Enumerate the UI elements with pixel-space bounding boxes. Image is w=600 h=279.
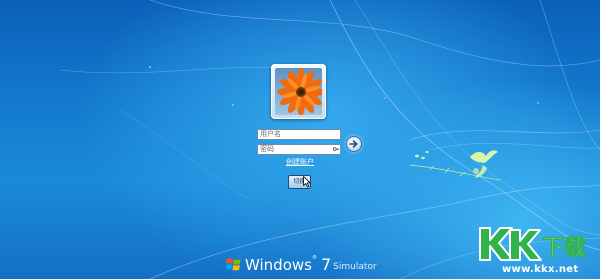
brand-edition: Simulator [333,262,377,272]
submit-login-button[interactable] [346,136,362,152]
create-account-link[interactable]: 创建账户 [270,157,330,167]
kk-logo-text: 下载 [542,235,586,261]
user-avatar [271,64,326,119]
bird-icon [470,150,498,178]
kk-logo-shape [479,227,542,261]
trademark-symbol: ® [311,255,317,261]
brand-word: Windows [245,256,312,274]
arrow-right-icon [349,140,358,148]
watermark-url: www.kkx.net [502,264,579,275]
kk-logo: 下载 [479,227,586,261]
windows-logo [226,258,241,271]
cursor-icon [303,176,311,188]
username-input[interactable]: 用户名 [257,129,341,140]
brand-version: 7 [320,255,332,274]
windows-branding: Windows ® 7 Simulator [226,252,377,274]
flower-avatar-icon [275,68,322,115]
key-icon [333,147,339,151]
password-input[interactable]: 密码 [257,144,341,155]
